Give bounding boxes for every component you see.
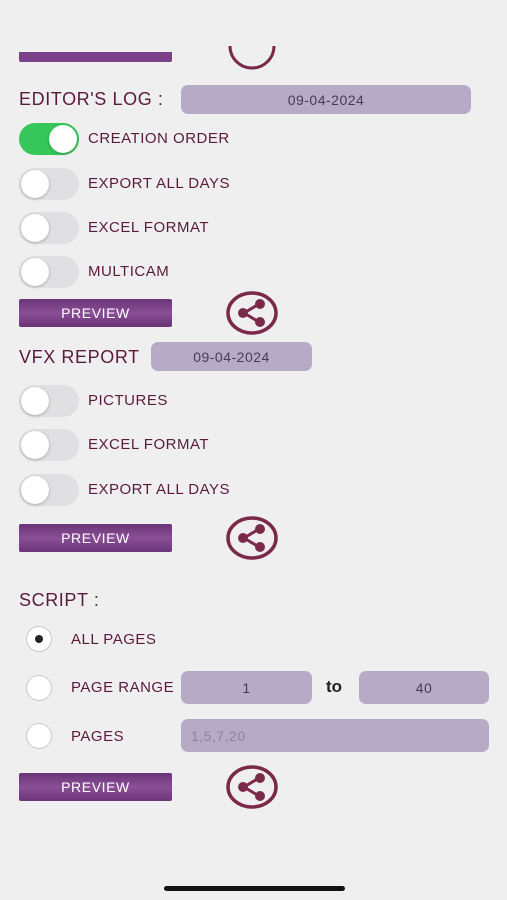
preview-button-partial[interactable] (19, 52, 172, 62)
pictures-toggle[interactable] (19, 385, 79, 417)
toggle-knob (49, 125, 77, 153)
share-icon[interactable] (226, 765, 278, 809)
export-all-days-label: EXPORT ALL DAYS (88, 175, 231, 192)
toggle-knob (21, 431, 49, 459)
toggle-knob (21, 476, 49, 504)
vfx-excel-format-toggle[interactable] (19, 429, 79, 461)
page-range-to-field[interactable]: 40 (359, 671, 489, 704)
page-range-radio[interactable] (26, 675, 52, 701)
editors-log-preview-button[interactable]: PREVIEW (19, 299, 172, 327)
all-pages-radio[interactable] (26, 626, 52, 652)
page-range-label: PAGE RANGE (71, 679, 175, 696)
pages-input[interactable]: 1,5,7,20 (181, 719, 489, 752)
export-all-days-toggle[interactable] (19, 168, 79, 200)
excel-format-label: EXCEL FORMAT (88, 219, 210, 236)
home-indicator[interactable] (164, 886, 345, 891)
multicam-toggle[interactable] (19, 256, 79, 288)
vfx-report-title: VFX REPORT (19, 347, 140, 367)
script-preview-button[interactable]: PREVIEW (19, 773, 172, 801)
toggle-knob (21, 214, 49, 242)
vfx-export-all-days-toggle[interactable] (19, 474, 79, 506)
script-title: SCRIPT : (19, 590, 100, 610)
multicam-label: MULTICAM (88, 263, 170, 280)
vfx-report-date-field[interactable]: 09-04-2024 (151, 342, 312, 371)
toggle-knob (21, 170, 49, 198)
vfx-export-all-days-label: EXPORT ALL DAYS (88, 481, 231, 498)
vfx-excel-format-label: EXCEL FORMAT (88, 436, 210, 453)
share-icon[interactable] (226, 40, 278, 72)
toggle-knob (21, 387, 49, 415)
editors-log-title: EDITOR'S LOG : (19, 89, 164, 109)
toggle-knob (21, 258, 49, 286)
creation-order-label: CREATION ORDER (88, 130, 230, 147)
excel-format-toggle[interactable] (19, 212, 79, 244)
pictures-label: PICTURES (88, 392, 168, 409)
range-to-label: to (326, 677, 343, 696)
editors-log-date-field[interactable]: 09-04-2024 (181, 85, 471, 114)
creation-order-toggle[interactable] (19, 123, 79, 155)
page-range-from-field[interactable]: 1 (181, 671, 312, 704)
vfx-report-preview-button[interactable]: PREVIEW (19, 524, 172, 552)
pages-label: PAGES (71, 728, 125, 745)
pages-radio[interactable] (26, 723, 52, 749)
all-pages-label: ALL PAGES (71, 631, 157, 648)
share-icon[interactable] (226, 291, 278, 335)
share-icon[interactable] (226, 516, 278, 560)
